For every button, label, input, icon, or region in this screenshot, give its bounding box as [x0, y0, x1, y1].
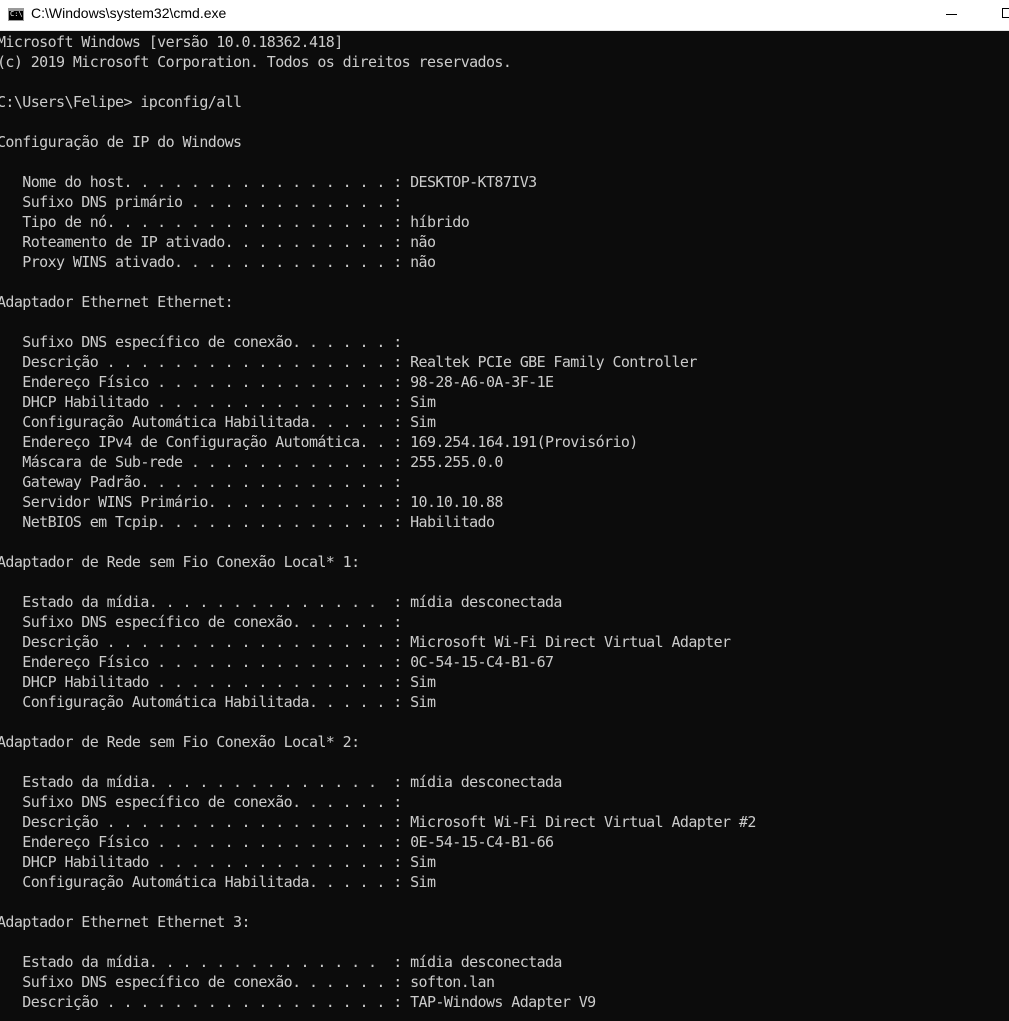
console-line: DHCP Habilitado . . . . . . . . . . . . …: [0, 853, 436, 871]
console-line: C:\Users\Felipe> ipconfig/all: [0, 93, 242, 111]
console-line: Endereço Físico . . . . . . . . . . . . …: [0, 653, 554, 671]
maximize-icon: [1002, 8, 1009, 18]
minimize-icon: [946, 14, 957, 15]
console-line: Sufixo DNS específico de conexão. . . . …: [0, 613, 402, 631]
console-line: Descrição . . . . . . . . . . . . . . . …: [0, 993, 596, 1011]
console-line: Descrição . . . . . . . . . . . . . . . …: [0, 813, 756, 831]
console-line: Adaptador de Rede sem Fio Conexão Local*…: [0, 733, 360, 751]
console-line: (c) 2019 Microsoft Corporation. Todos os…: [0, 53, 512, 71]
window-title: C:\Windows\system32\cmd.exe: [31, 5, 227, 21]
console-line: Roteamento de IP ativado. . . . . . . . …: [0, 233, 436, 251]
console-line: Adaptador Ethernet Ethernet:: [0, 293, 234, 311]
console-line: Máscara de Sub-rede . . . . . . . . . . …: [0, 453, 503, 471]
console-line: Estado da mídia. . . . . . . . . . . . .…: [0, 773, 562, 791]
console-line: Configuração Automática Habilitada. . . …: [0, 413, 436, 431]
console-line: Estado da mídia. . . . . . . . . . . . .…: [0, 593, 562, 611]
console-line: Servidor WINS Primário. . . . . . . . . …: [0, 493, 503, 511]
title-bar[interactable]: C:\. C:\Windows\system32\cmd.exe: [0, 0, 1009, 31]
console-line: Nome do host. . . . . . . . . . . . . . …: [0, 173, 537, 191]
cmd-window: C:\. C:\Windows\system32\cmd.exe Microso…: [0, 0, 1009, 1021]
console-line: Sufixo DNS primário . . . . . . . . . . …: [0, 193, 402, 211]
console-line: NetBIOS em Tcpip. . . . . . . . . . . . …: [0, 513, 495, 531]
console-line: DHCP Habilitado . . . . . . . . . . . . …: [0, 393, 436, 411]
console-line: Tipo de nó. . . . . . . . . . . . . . . …: [0, 213, 470, 231]
console-line: Adaptador de Rede sem Fio Conexão Local*…: [0, 553, 360, 571]
console-line: Sufixo DNS específico de conexão. . . . …: [0, 333, 402, 351]
console-output: Microsoft Windows [versão 10.0.18362.418…: [0, 32, 756, 1012]
console-line: Sufixo DNS específico de conexão. . . . …: [0, 973, 495, 991]
console-line: Endereço IPv4 de Configuração Automática…: [0, 433, 638, 451]
console-line: Configuração Automática Habilitada. . . …: [0, 873, 436, 891]
cmd-icon[interactable]: C:\.: [8, 8, 24, 21]
minimize-button[interactable]: [928, 0, 974, 30]
console-line: DHCP Habilitado . . . . . . . . . . . . …: [0, 673, 436, 691]
console-line: Endereço Físico . . . . . . . . . . . . …: [0, 833, 554, 851]
console-line: Configuração Automática Habilitada. . . …: [0, 693, 436, 711]
console-line: Sufixo DNS específico de conexão. . . . …: [0, 793, 402, 811]
console-line: Proxy WINS ativado. . . . . . . . . . . …: [0, 253, 436, 271]
console-line: Configuração de IP do Windows: [0, 133, 242, 151]
console-area[interactable]: Microsoft Windows [versão 10.0.18362.418…: [0, 31, 1009, 1021]
console-line: Gateway Padrão. . . . . . . . . . . . . …: [0, 473, 402, 491]
console-line: Descrição . . . . . . . . . . . . . . . …: [0, 633, 731, 651]
console-line: Microsoft Windows [versão 10.0.18362.418…: [0, 33, 343, 51]
maximize-button[interactable]: [980, 0, 1009, 30]
console-line: Endereço Físico . . . . . . . . . . . . …: [0, 373, 554, 391]
console-line: Adaptador Ethernet Ethernet 3:: [0, 913, 251, 931]
console-line: Descrição . . . . . . . . . . . . . . . …: [0, 353, 697, 371]
console-line: Estado da mídia. . . . . . . . . . . . .…: [0, 953, 562, 971]
